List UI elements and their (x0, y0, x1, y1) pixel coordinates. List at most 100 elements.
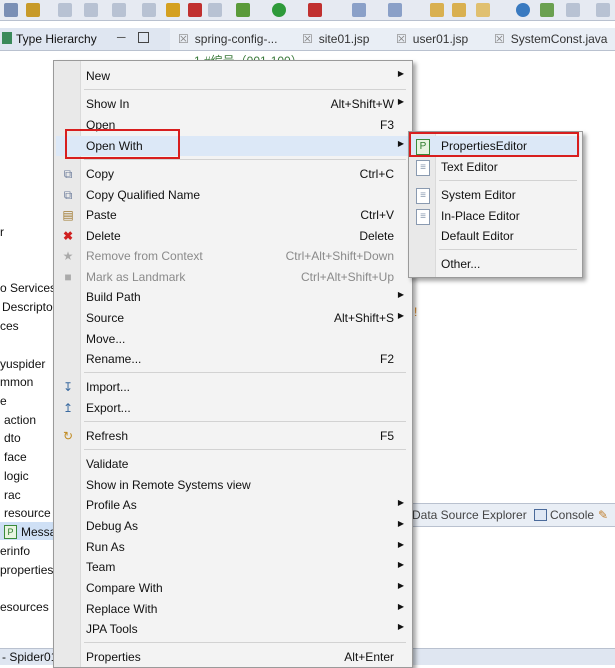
external-tools-icon[interactable] (308, 3, 322, 17)
menu-item-label: Delete (86, 229, 121, 243)
menu-item-shortcut: Ctrl+Alt+Shift+Down (285, 249, 394, 263)
menu-item-remove-from-context[interactable]: ★ Remove from Context Ctrl+Alt+Shift+Dow… (54, 246, 412, 266)
tree-item[interactable]: esources (0, 600, 49, 614)
menu-item-shortcut: Alt+Shift+W (330, 97, 394, 111)
edit-icon[interactable]: ✎ (598, 508, 608, 522)
tree-item[interactable]: properties (0, 563, 53, 577)
open-folder-icon[interactable] (452, 3, 466, 17)
editor-tab[interactable]: ☒ SystemConst.java (494, 32, 607, 46)
editor-tab[interactable]: ☒ site01.jsp (302, 32, 369, 46)
toolbar-icon[interactable] (142, 3, 156, 17)
type-hierarchy-tab-title[interactable]: Type Hierarchy (16, 32, 97, 46)
menu-item-paste[interactable]: ▤ Paste Ctrl+V (54, 205, 412, 225)
submenu-item-default-editor[interactable]: Default Editor (409, 226, 582, 246)
tree-item[interactable]: action (4, 413, 36, 427)
toolbar-icon[interactable] (26, 3, 40, 17)
menu-item-label: JPA Tools (86, 622, 138, 636)
tab-data-source-explorer[interactable]: Data Source Explorer (412, 508, 527, 522)
minimize-icon[interactable]: ─ (117, 30, 126, 44)
menu-item-validate[interactable]: Validate (54, 454, 412, 474)
toolbar-icon[interactable] (112, 3, 126, 17)
menu-item-label: New (86, 69, 111, 83)
tree-item[interactable]: Descripto (2, 300, 53, 314)
menu-item-label: Replace With (86, 602, 158, 616)
maximize-icon[interactable] (138, 32, 149, 43)
selected-tree-item[interactable]: P Messa (0, 522, 56, 540)
menu-item-shortcut: Ctrl+Alt+Shift+Up (300, 270, 394, 284)
menu-item-refresh[interactable]: ↻ Refresh F5 (54, 426, 412, 446)
menu-item-label: Show In (86, 97, 130, 111)
menu-item-show-in[interactable]: Show In Alt+Shift+W ▶ (54, 94, 412, 114)
context-menu: New ▶ Show In Alt+Shift+W ▶ Open F3 Open… (53, 60, 413, 668)
menu-item-new[interactable]: New ▶ (54, 66, 412, 86)
menu-item-replace-with[interactable]: Replace With ▶ (54, 599, 412, 619)
editor-tab[interactable]: ☒ spring-config-... (178, 32, 277, 46)
menu-item-debug-as[interactable]: Debug As ▶ (54, 516, 412, 536)
menu-item-label: Properties (86, 650, 141, 664)
toolbar-icon[interactable] (352, 3, 366, 17)
tree-item[interactable]: ces (0, 319, 19, 333)
submenu-arrow-icon: ▶ (397, 69, 404, 78)
menu-item-shortcut: Alt+Shift+S (333, 311, 394, 325)
menu-item-label: Export... (86, 401, 131, 415)
toolbar-icon[interactable] (4, 3, 18, 17)
submenu-item-text-editor[interactable]: ≡ Text Editor (409, 157, 582, 177)
menu-item-copy-qualified-name[interactable]: ⧉ Copy Qualified Name (54, 185, 412, 205)
tab-console[interactable]: Console (550, 508, 594, 522)
menu-item-compare-with[interactable]: Compare With ▶ (54, 578, 412, 598)
tree-item[interactable]: dto (4, 431, 21, 445)
menu-item-shortcut: F2 (379, 352, 394, 366)
tree-item[interactable]: rac (4, 488, 21, 502)
submenu-item-other[interactable]: Other... (409, 254, 582, 274)
submenu-arrow-icon: ▶ (397, 581, 404, 590)
menu-separator (439, 180, 577, 181)
tree-item[interactable]: resource (4, 506, 51, 520)
editor-tab-label: spring-config-... (194, 32, 278, 46)
submenu-item-in-place-editor[interactable]: ≡ In-Place Editor (409, 206, 582, 226)
tree-item[interactable]: e (0, 394, 7, 408)
tree-item[interactable]: erinfo (0, 544, 30, 558)
tree-item[interactable]: logic (4, 469, 29, 483)
run-icon[interactable] (272, 3, 286, 17)
submenu-arrow-icon: ▶ (397, 560, 404, 569)
submenu-item-system-editor[interactable]: ≡ System Editor (409, 185, 582, 205)
editor-tab[interactable]: ☒ user01.jsp (396, 32, 468, 46)
menu-item-rename[interactable]: Rename... F2 (54, 349, 412, 369)
toolbar-icon[interactable] (188, 3, 202, 17)
edit-icon[interactable] (476, 3, 490, 17)
tree-item[interactable]: face (4, 450, 27, 464)
toolbar-icon[interactable] (540, 3, 554, 17)
menu-item-profile-as[interactable]: Profile As ▶ (54, 495, 412, 515)
menu-item-properties[interactable]: Properties Alt+Enter (54, 647, 412, 667)
menu-separator (84, 642, 406, 643)
tree-item[interactable]: o Services (0, 281, 56, 295)
toolbar-icon[interactable] (166, 3, 180, 17)
toolbar-icon[interactable] (58, 3, 72, 17)
menu-item-build-path[interactable]: Build Path ▶ (54, 287, 412, 307)
debug-icon[interactable] (236, 3, 250, 17)
menu-item-delete[interactable]: ✖ Delete Delete (54, 226, 412, 246)
globe-icon[interactable] (516, 3, 530, 17)
refresh-icon: ↻ (62, 429, 74, 443)
toolbar-icon[interactable] (388, 3, 402, 17)
toolbar-icon[interactable] (596, 3, 610, 17)
menu-item-team[interactable]: Team ▶ (54, 557, 412, 577)
menu-item-export[interactable]: ↥ Export... (54, 398, 412, 418)
tree-item[interactable]: mmon (0, 375, 33, 389)
xml-file-icon: ☒ (178, 32, 189, 46)
toolbar-icon[interactable] (566, 3, 580, 17)
menu-item-jpa-tools[interactable]: JPA Tools ▶ (54, 619, 412, 639)
menu-item-source[interactable]: Source Alt+Shift+S ▶ (54, 308, 412, 328)
menu-item-run-as[interactable]: Run As ▶ (54, 537, 412, 557)
menu-item-move[interactable]: Move... (54, 329, 412, 349)
menu-item-import[interactable]: ↧ Import... (54, 377, 412, 397)
menu-item-mark-as-landmark[interactable]: ■ Mark as Landmark Ctrl+Alt+Shift+Up (54, 267, 412, 287)
tree-item[interactable]: yuspider (0, 357, 45, 371)
open-folder-icon[interactable] (430, 3, 444, 17)
tree-item[interactable]: r (0, 225, 4, 239)
toolbar-icon[interactable] (84, 3, 98, 17)
submenu-arrow-icon: ▶ (397, 97, 404, 106)
menu-item-show-in-remote-systems[interactable]: Show in Remote Systems view (54, 475, 412, 495)
menu-item-copy[interactable]: ⧉ Copy Ctrl+C (54, 164, 412, 184)
toolbar-icon[interactable] (208, 3, 222, 17)
